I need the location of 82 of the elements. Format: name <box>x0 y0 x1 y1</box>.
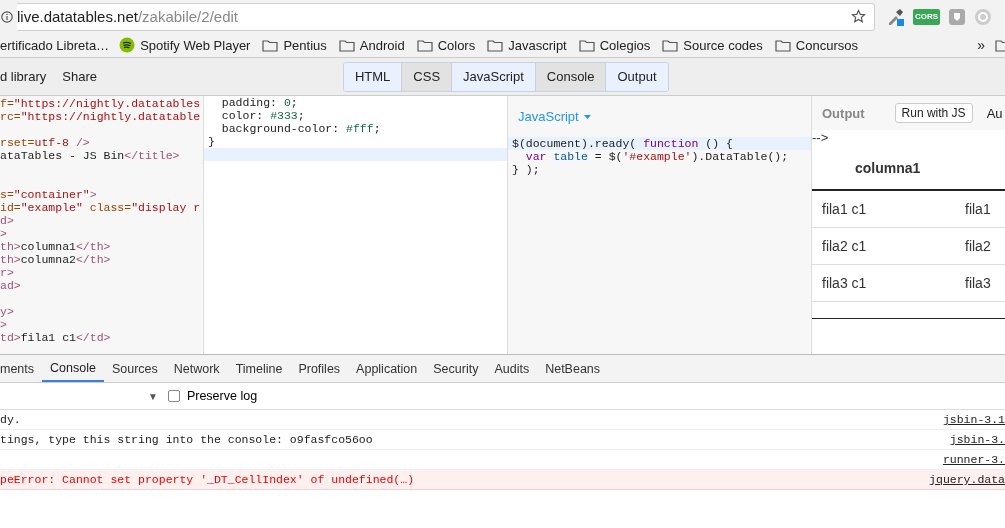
folder-icon[interactable] <box>487 38 504 52</box>
filter-dropdown[interactable]: ▼ <box>148 390 158 402</box>
panel-toggle[interactable]: Console <box>535 62 607 91</box>
code-line: ataTables - JS Bin</title> <box>0 149 180 162</box>
table-cell-text: fila2 c1 <box>821 238 868 254</box>
devtools-tab[interactable]: NetBeans <box>537 355 609 382</box>
source-link[interactable]: jquery.data <box>929 473 1005 486</box>
toolbar-link[interactable]: d library <box>0 69 47 84</box>
table-cell-text: fila1 c1 <box>821 201 868 217</box>
bookmark-link[interactable]: ertificado Libreta… <box>0 37 110 53</box>
code-line: > <box>0 318 7 331</box>
devtools-tab[interactable]: Timeline <box>227 355 291 382</box>
table-cell: fila1 <box>965 201 991 217</box>
folder-icon[interactable] <box>416 38 433 52</box>
code-line: rset=utf-8 /> <box>0 136 90 149</box>
bookmark-link[interactable]: Spotify Web Player <box>140 37 251 53</box>
code-line: color: #333; <box>220 109 305 122</box>
more-bookmarks-button[interactable]: » <box>977 37 985 53</box>
star-icon[interactable] <box>851 9 866 24</box>
devtools-tab[interactable]: Console <box>42 355 104 382</box>
panel-toggle[interactable]: HTML <box>343 62 403 91</box>
code-line: id="example" class="display r <box>0 201 201 214</box>
auto-run-label: Au <box>986 105 1003 121</box>
code-line: rc="https://nightly.datatable <box>0 110 201 123</box>
devtools-tab[interactable]: ments <box>0 355 43 382</box>
code-line: } <box>208 135 215 148</box>
bookmark-link[interactable]: Source codes <box>683 37 763 53</box>
code-line: > <box>0 227 7 240</box>
bookmark-link[interactable]: Colegios <box>599 37 651 53</box>
folder-icon[interactable] <box>338 38 355 52</box>
code-line: } ); <box>512 163 540 176</box>
address-field[interactable]: live.datatables.net/zakabile/2/edit <box>17 2 875 31</box>
table-cell: fila3 <box>965 275 991 291</box>
code-line: padding: 0; <box>220 96 298 109</box>
code-line: ad> <box>0 279 21 292</box>
folder-icon[interactable] <box>662 38 679 52</box>
bookmark-link[interactable]: Concursos <box>795 37 858 53</box>
run-button[interactable]: Run with JS <box>894 103 973 123</box>
preserve-log-checkbox[interactable] <box>167 390 180 402</box>
console-message: peError: Cannot set property '_DT_CellIndex' of undefined(…) <box>0 473 415 486</box>
folder-icon[interactable] <box>578 38 595 52</box>
code-line: th>columna1</th> <box>0 240 111 253</box>
source-link[interactable]: jsbin-3. <box>949 433 1005 446</box>
devtools-tab[interactable]: Network <box>165 355 228 382</box>
column-header: columna1 <box>855 159 921 176</box>
panel-toggle[interactable]: Output <box>606 62 668 91</box>
table-cell-text: fila3 c1 <box>821 275 868 291</box>
panel-toggle[interactable]: CSS <box>402 62 453 91</box>
devtools-tab[interactable]: Audits <box>486 355 538 382</box>
code-line: var table = $('#example').DataTable(); <box>524 150 789 163</box>
console-message: tings, type this string into the console: o9fasfco56oo <box>0 433 373 446</box>
bookmark-link[interactable]: Android <box>359 37 405 53</box>
folder-icon[interactable] <box>262 38 279 52</box>
table-cell: fila2 <box>965 238 991 254</box>
output-text: --> <box>812 130 830 146</box>
devtools-tab[interactable]: Application <box>348 355 426 382</box>
source-link[interactable]: runner-3. <box>942 453 1005 466</box>
toolbar-link[interactable]: Share <box>62 69 97 84</box>
info-icon <box>1 10 13 23</box>
console-message: dy. <box>0 413 21 426</box>
preserve-log-label: Preserve log <box>186 389 258 403</box>
bookmark-link[interactable]: Pentius <box>283 37 327 53</box>
devtools-tab[interactable]: Profiles <box>290 355 349 382</box>
spotify-icon[interactable] <box>119 37 136 53</box>
folder-icon[interactable] <box>774 38 791 52</box>
code-line: $(document).ready( function () { <box>512 137 733 150</box>
code-line: th>columna2</th> <box>0 253 111 266</box>
output-title: Output <box>822 105 865 121</box>
bookmark-link[interactable]: Javascript <box>508 37 567 53</box>
code-line: y> <box>0 305 14 318</box>
code-line: background-color: #fff; <box>220 122 381 135</box>
code-line: s="container"> <box>0 188 97 201</box>
code-line: r> <box>0 266 14 279</box>
panel-toggle[interactable]: JavaScript <box>452 62 536 91</box>
code-line: td>fila1 c1</td> <box>0 331 111 344</box>
bookmark-link[interactable]: Colors <box>437 37 476 53</box>
code-line: d> <box>0 214 14 227</box>
devtools-tab[interactable]: Security <box>425 355 487 382</box>
devtools-tab[interactable]: Sources <box>103 355 166 382</box>
caret-icon <box>582 113 592 120</box>
code-line: f="https://nightly.datatables <box>0 97 201 110</box>
source-link[interactable]: jsbin-3.1 <box>942 413 1005 426</box>
